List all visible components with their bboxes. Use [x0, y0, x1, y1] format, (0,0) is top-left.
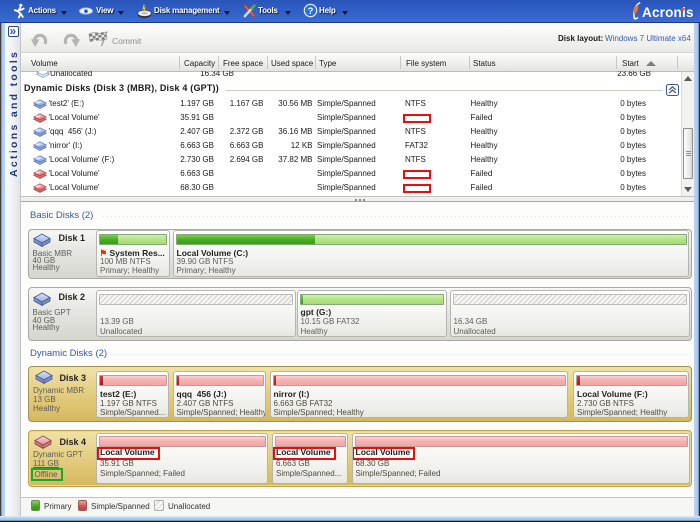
svg-text:?: ?: [308, 6, 314, 17]
